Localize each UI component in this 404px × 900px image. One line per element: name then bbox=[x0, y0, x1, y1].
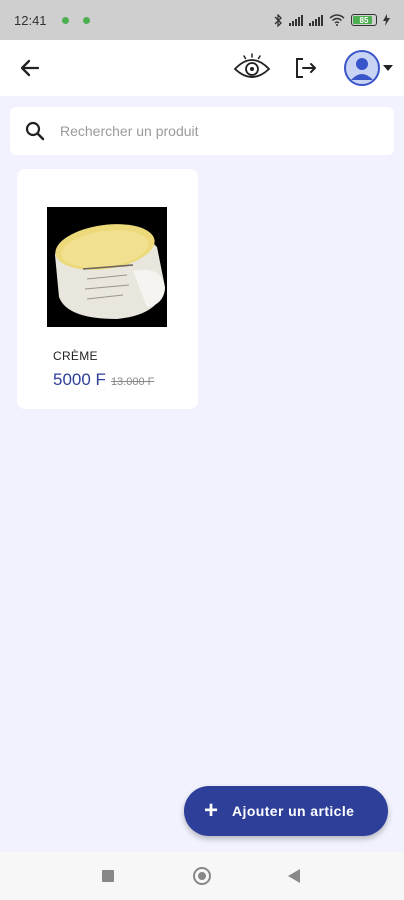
wifi-icon bbox=[329, 14, 345, 26]
bluetooth-icon bbox=[274, 13, 282, 27]
product-name: CRÈME bbox=[53, 349, 98, 363]
status-bar: 12:41 85 bbox=[0, 0, 404, 40]
status-time: 12:41 bbox=[14, 12, 47, 28]
eye-icon bbox=[233, 53, 271, 78]
battery-icon: 85 bbox=[351, 14, 377, 26]
caret-down-icon bbox=[383, 65, 393, 71]
search-bar[interactable] bbox=[10, 107, 394, 155]
profile-menu-button[interactable] bbox=[344, 48, 400, 88]
system-nav-bar bbox=[0, 852, 404, 900]
signal-icon bbox=[289, 14, 303, 26]
nav-back-icon[interactable] bbox=[288, 869, 300, 883]
plus-icon: + bbox=[204, 797, 219, 824]
search-input[interactable] bbox=[60, 117, 380, 145]
avatar-icon bbox=[344, 50, 380, 86]
notification-dot-icon bbox=[82, 16, 90, 24]
battery-level: 85 bbox=[359, 15, 369, 25]
visibility-button[interactable] bbox=[232, 52, 272, 84]
product-card[interactable]: CRÈME 5000 F 13.000 F bbox=[17, 169, 198, 409]
logout-icon bbox=[296, 58, 316, 78]
price-row: 5000 F 13.000 F bbox=[53, 370, 154, 390]
app-bar bbox=[0, 40, 404, 96]
back-arrow-icon bbox=[20, 59, 40, 77]
add-article-label: Ajouter un article bbox=[232, 803, 355, 819]
product-price: 5000 F bbox=[53, 370, 106, 389]
add-article-button[interactable]: + Ajouter un article bbox=[184, 786, 388, 836]
product-old-price: 13.000 F bbox=[110, 376, 155, 388]
recents-icon[interactable] bbox=[102, 870, 114, 882]
notification-dot-icon bbox=[61, 16, 69, 24]
home-icon[interactable] bbox=[193, 867, 211, 885]
cream-jar-image bbox=[47, 207, 167, 327]
product-image bbox=[47, 207, 167, 327]
status-icons: 85 bbox=[273, 13, 390, 27]
charging-icon bbox=[383, 14, 390, 26]
search-icon bbox=[25, 121, 45, 141]
back-button[interactable] bbox=[16, 54, 44, 82]
logout-button[interactable] bbox=[292, 54, 320, 82]
signal-icon bbox=[309, 14, 323, 26]
